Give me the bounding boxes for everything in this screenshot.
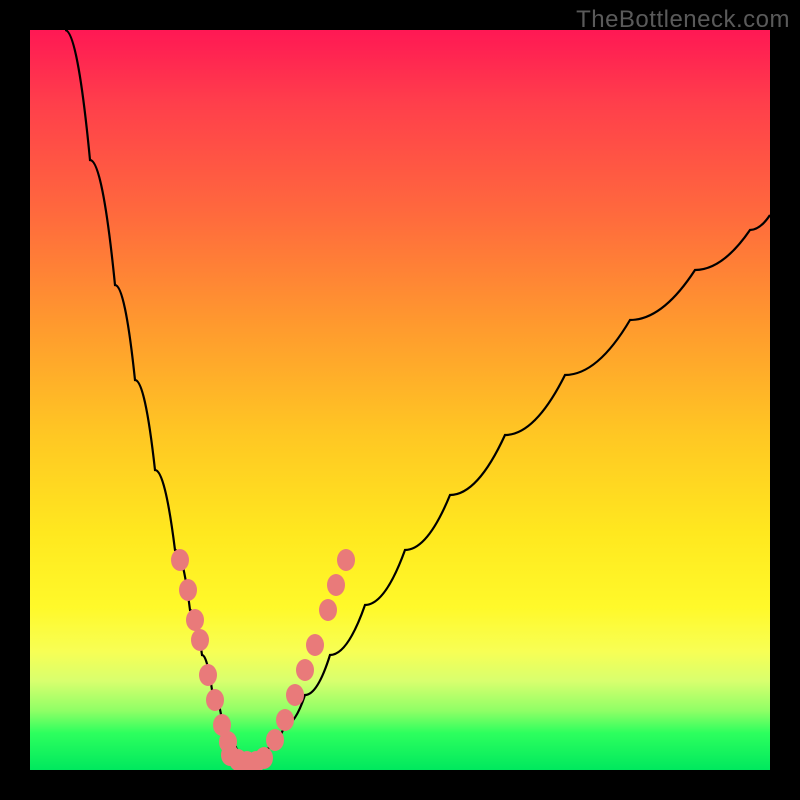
plot-area <box>30 30 770 770</box>
data-dot <box>296 659 314 681</box>
data-dot <box>191 629 209 651</box>
data-dot <box>319 599 337 621</box>
chart-frame: TheBottleneck.com <box>0 0 800 800</box>
data-dot <box>255 747 273 769</box>
data-dot <box>286 684 304 706</box>
chart-svg <box>30 30 770 770</box>
data-dot <box>186 609 204 631</box>
data-dot <box>276 709 294 731</box>
data-dot <box>206 689 224 711</box>
data-dot <box>171 549 189 571</box>
data-dot <box>306 634 324 656</box>
data-dot <box>179 579 197 601</box>
data-dot <box>199 664 217 686</box>
curve-group <box>65 30 770 763</box>
data-dot <box>327 574 345 596</box>
data-dot <box>337 549 355 571</box>
right-curve <box>252 215 770 763</box>
left-curve <box>65 30 252 763</box>
data-dot <box>266 729 284 751</box>
